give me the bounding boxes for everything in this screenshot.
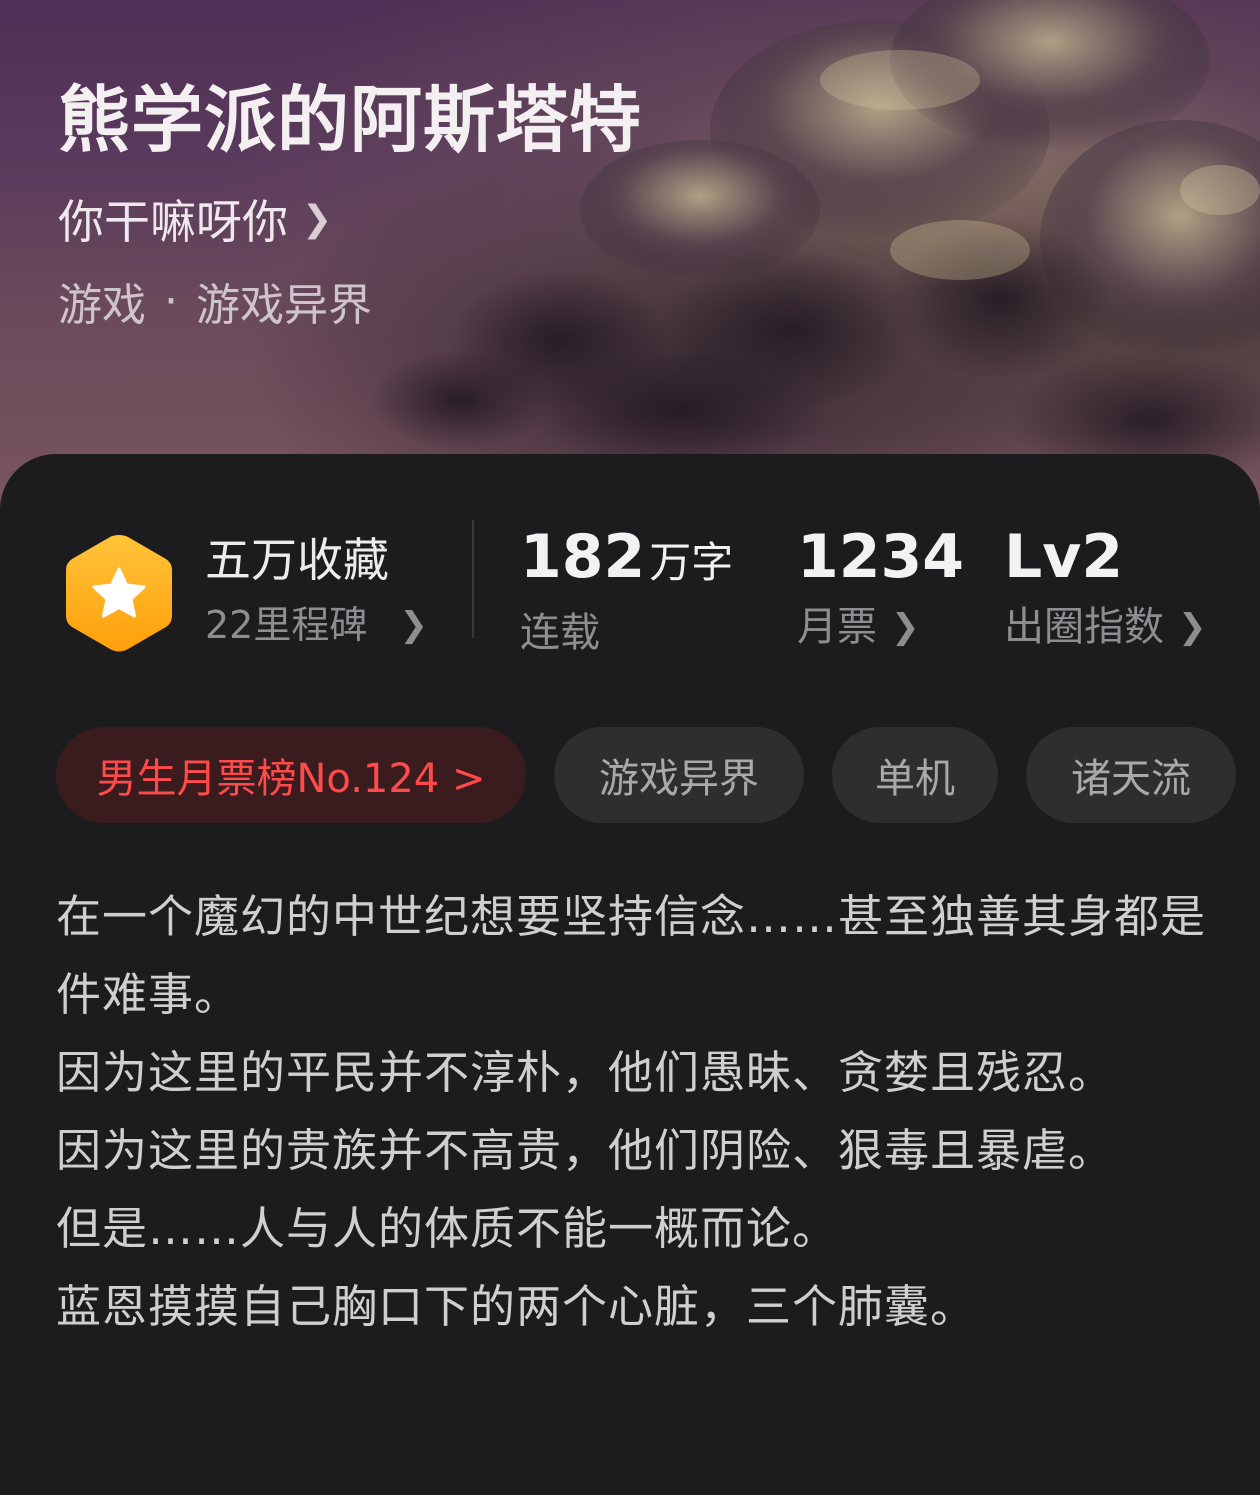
tag-chip[interactable]: 诸天流	[1026, 727, 1236, 823]
author-name: 你干嘛呀你	[58, 195, 288, 249]
word-count-stat: 182万字 连载	[520, 522, 733, 658]
tag-chip[interactable]: 游戏异界	[554, 727, 804, 823]
genre-breadcrumb: 游戏 · 游戏异界	[58, 269, 372, 333]
collection-title: 五万收藏	[205, 533, 389, 587]
genre-main[interactable]: 游戏	[58, 269, 146, 333]
popularity-value: Lv2	[1004, 522, 1124, 592]
monthly-votes-value: 1234	[797, 522, 964, 592]
popularity-stat[interactable]: Lv2 出圈指数 ❯	[1004, 522, 1207, 652]
popularity-label: 出圈指数	[1004, 604, 1164, 650]
chevron-right-icon: ❯	[891, 607, 920, 647]
stats-divider	[472, 520, 474, 638]
separator-dot-icon: ·	[164, 275, 178, 327]
milestones-link[interactable]: 22里程碑 ❯	[205, 600, 428, 650]
tag-chip[interactable]: 单机	[832, 727, 998, 823]
monthly-votes-stat[interactable]: 1234 月票 ❯	[797, 522, 964, 652]
rank-tag[interactable]: 男生月票榜No.124 >	[56, 727, 526, 823]
star-hexagon-icon[interactable]	[62, 531, 176, 655]
description-paragraph: 蓝恩摸摸自己胸口下的两个心脏，三个肺囊。	[56, 1280, 977, 1333]
book-title: 熊学派的阿斯塔特	[58, 77, 643, 162]
word-count-unit: 万字	[649, 538, 734, 587]
description-paragraph: 因为这里的贵族并不高贵，他们阴险、狠毒且暴虐。	[56, 1124, 1115, 1177]
milestones-label: 22里程碑	[205, 603, 368, 647]
book-description[interactable]: 在一个魔幻的中世纪想要坚持信念……甚至独善其身都是件难事。 因为这里的平民并不淳…	[56, 878, 1206, 1346]
chevron-right-icon: ❯	[1178, 607, 1207, 647]
monthly-votes-label: 月票	[797, 604, 877, 650]
author-link[interactable]: 你干嘛呀你 ❯	[58, 190, 333, 249]
word-count-value: 182	[520, 522, 646, 592]
genre-sub[interactable]: 游戏异界	[196, 269, 372, 333]
description-paragraph: 但是……人与人的体质不能一概而论。	[56, 1202, 839, 1255]
chevron-right-icon: ❯	[399, 605, 428, 645]
tag-list: 男生月票榜No.124 > 游戏异界 单机 诸天流	[56, 727, 1236, 823]
serial-status: 连载	[520, 610, 600, 656]
book-cover-banner: 熊学派的阿斯塔特 你干嘛呀你 ❯ 游戏 · 游戏异界	[0, 0, 1260, 520]
description-paragraph: 在一个魔幻的中世纪想要坚持信念……甚至独善其身都是件难事。	[56, 890, 1207, 1021]
chevron-right-icon: ❯	[302, 198, 333, 240]
description-paragraph: 因为这里的平民并不淳朴，他们愚昧、贪婪且残忍。	[56, 1046, 1115, 1099]
